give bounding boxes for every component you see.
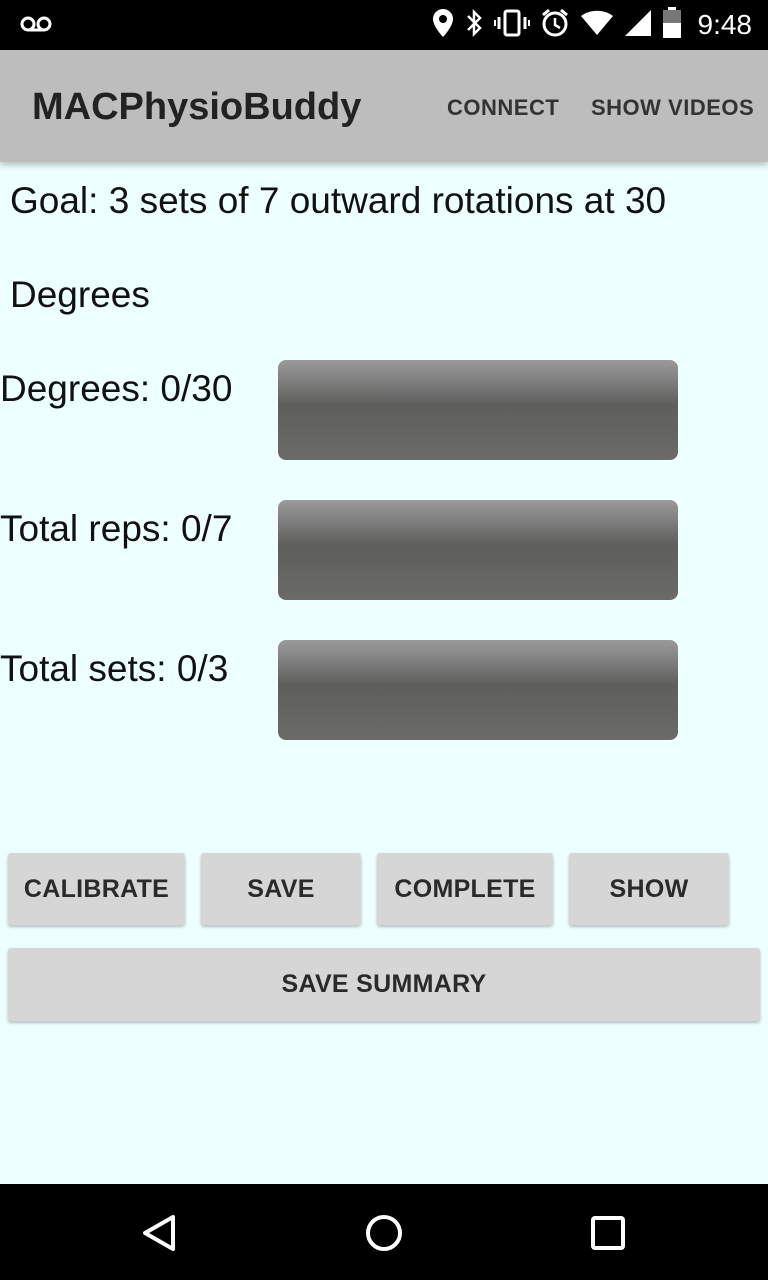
navigation-bar (0, 1184, 768, 1280)
battery-icon (662, 6, 682, 44)
voicemail-icon (20, 14, 52, 39)
degrees-label: Degrees: 0/30 (0, 368, 233, 409)
clock-time: 9:48 (697, 9, 753, 40)
wifi-icon (580, 10, 614, 41)
total-sets-label: Total sets: 0/3 (0, 648, 229, 689)
show-videos-button[interactable]: SHOW VIDEOS (591, 95, 754, 121)
connect-button[interactable]: CONNECT (447, 95, 559, 121)
save-button[interactable]: SAVE (201, 853, 361, 925)
back-icon[interactable] (134, 1208, 184, 1258)
status-bar: 9:48 (0, 0, 768, 50)
calibrate-button[interactable]: CALIBRATE (8, 853, 185, 925)
complete-button[interactable]: COMPLETE (377, 853, 553, 925)
goal-text-continued: Degrees (10, 274, 150, 315)
home-icon[interactable] (359, 1208, 409, 1258)
app-bar: MACPhysioBuddy CONNECT SHOW VIDEOS (0, 50, 768, 162)
goal-text: Goal: 3 sets of 7 outward rotations at 3… (10, 180, 667, 221)
signal-icon (624, 9, 652, 42)
total-reps-progress-bar (278, 500, 678, 600)
bluetooth-icon (464, 8, 484, 43)
vibrate-icon (493, 8, 530, 43)
total-sets-progress-bar (278, 640, 678, 740)
location-icon (432, 8, 454, 43)
degrees-progress-bar (278, 360, 678, 460)
save-summary-button[interactable]: SAVE SUMMARY (8, 948, 760, 1021)
recents-icon[interactable] (583, 1208, 633, 1258)
show-button[interactable]: SHOW (569, 853, 729, 925)
app-title: MACPhysioBuddy (32, 86, 362, 128)
total-reps-label: Total reps: 0/7 (0, 508, 233, 549)
alarm-icon (540, 8, 570, 43)
